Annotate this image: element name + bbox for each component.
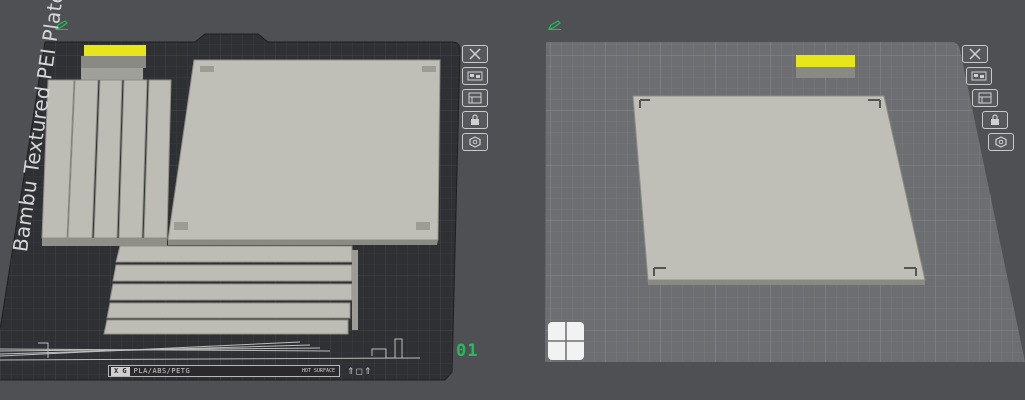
plate-toolbar bbox=[962, 45, 1014, 151]
auto-orient-button[interactable] bbox=[972, 89, 998, 107]
settings-icon bbox=[469, 136, 481, 148]
arrange-icon bbox=[467, 71, 483, 81]
close-plate-button[interactable] bbox=[962, 45, 988, 63]
arrange-icon bbox=[971, 71, 987, 81]
plate-bottom-icons: ⇑◻⇑ bbox=[347, 366, 373, 376]
close-plate-button[interactable] bbox=[462, 45, 488, 63]
lock-plate-button[interactable] bbox=[462, 111, 488, 129]
model-yellow-block-2[interactable] bbox=[796, 55, 855, 78]
edit-plate-name-icon[interactable] bbox=[548, 20, 562, 30]
plate-corner-marker bbox=[548, 322, 584, 360]
model-large-panel-2[interactable] bbox=[632, 95, 926, 285]
plate-toolbar bbox=[462, 45, 488, 151]
arrange-button[interactable] bbox=[966, 67, 992, 85]
material-text: PLA/ABS/PETG bbox=[133, 367, 191, 375]
hot-surface-text: HOT SURFACE bbox=[301, 367, 335, 374]
plate-number: 01 bbox=[456, 341, 479, 361]
model-horizontal-bars[interactable] bbox=[103, 245, 358, 335]
lock-icon bbox=[471, 114, 479, 125]
plate-settings-button[interactable] bbox=[988, 133, 1014, 151]
material-tag: X G bbox=[111, 366, 130, 376]
close-icon bbox=[969, 48, 981, 60]
plate-material-label: X G PLA/ABS/PETG HOT SURFACE bbox=[108, 365, 340, 377]
close-icon bbox=[469, 48, 481, 60]
orient-icon bbox=[468, 92, 482, 104]
lock-icon bbox=[991, 114, 999, 125]
model-vertical-bars[interactable] bbox=[41, 79, 172, 246]
arrange-button[interactable] bbox=[462, 67, 488, 85]
orient-icon bbox=[978, 92, 992, 104]
model-yellow-block[interactable] bbox=[81, 45, 146, 80]
model-large-panel[interactable] bbox=[167, 59, 441, 245]
lock-plate-button[interactable] bbox=[982, 111, 1008, 129]
settings-icon bbox=[995, 136, 1007, 148]
auto-orient-button[interactable] bbox=[462, 89, 488, 107]
plate-settings-button[interactable] bbox=[462, 133, 488, 151]
